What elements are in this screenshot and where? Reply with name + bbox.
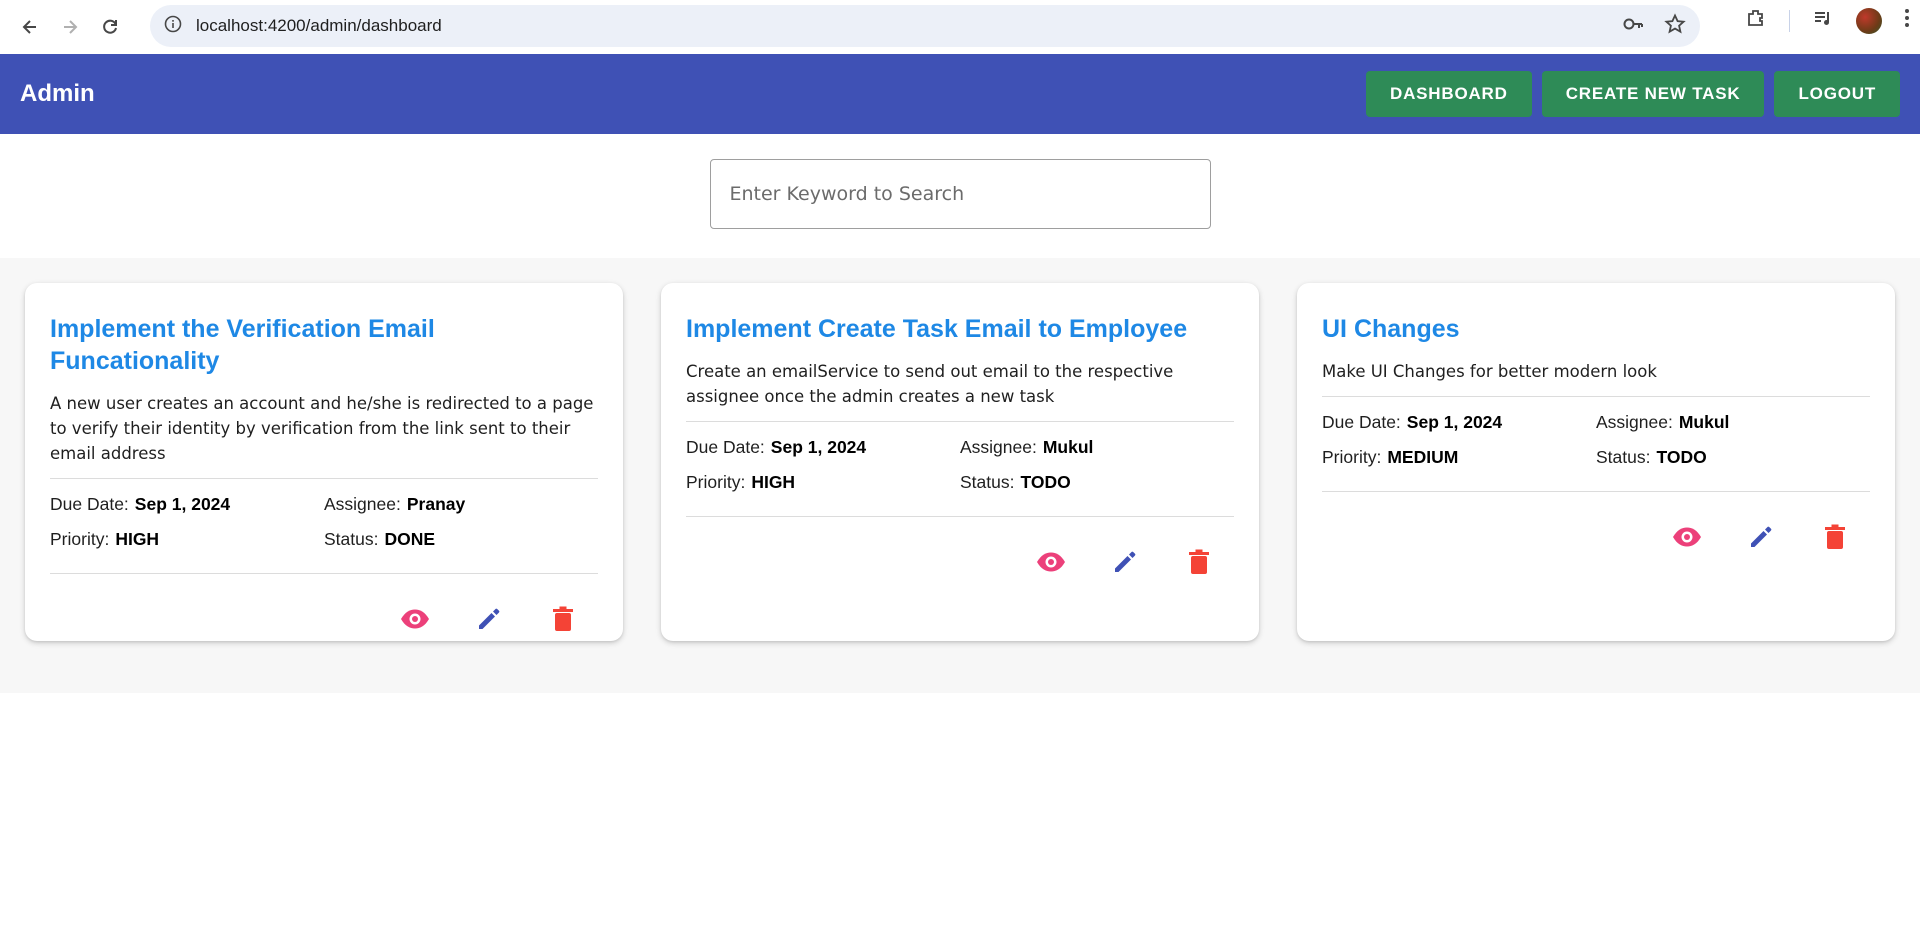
task-description: Create an emailService to send out email… xyxy=(686,362,1174,406)
due-date-label: Due Date: xyxy=(686,437,765,457)
view-icon[interactable] xyxy=(400,604,430,634)
task-card: Implement Create Task Email to Employee … xyxy=(661,283,1259,641)
status: Status: TODO xyxy=(960,470,1234,495)
assignee: Assignee: Pranay xyxy=(324,492,598,517)
priority-label: Priority: xyxy=(1322,447,1382,467)
card-divider xyxy=(686,516,1234,517)
delete-icon[interactable] xyxy=(548,604,578,634)
priority-label: Priority: xyxy=(50,529,110,549)
priority-value: HIGH xyxy=(115,529,160,549)
reload-icon[interactable] xyxy=(90,7,130,47)
forward-icon[interactable] xyxy=(50,7,90,47)
task-actions xyxy=(1322,522,1870,552)
assignee-label: Assignee: xyxy=(324,494,401,514)
task-description: A new user creates an account and he/she… xyxy=(50,394,594,463)
due-date: Due Date: Sep 1, 2024 xyxy=(50,492,324,517)
task-title: Implement Create Task Email to Employee xyxy=(686,315,1188,343)
due-date-label: Due Date: xyxy=(50,494,129,514)
task-card: Implement the Verification Email Funcati… xyxy=(25,283,623,641)
toolbar-divider xyxy=(1789,9,1790,32)
status-label: Status: xyxy=(960,472,1015,492)
card-divider xyxy=(1322,396,1870,397)
assignee-value: Mukul xyxy=(1042,437,1094,457)
edit-icon[interactable] xyxy=(1746,522,1776,552)
url-text: localhost:4200/admin/dashboard xyxy=(196,16,442,35)
assignee-label: Assignee: xyxy=(1596,412,1673,432)
priority: Priority: HIGH xyxy=(686,470,960,495)
priority-value: MEDIUM xyxy=(1387,447,1459,467)
task-title: UI Changes xyxy=(1322,315,1460,343)
task-meta: Due Date: Sep 1, 2024 Assignee: Mukul Prio… xyxy=(1322,410,1870,470)
header-actions: DASHBOARD CREATE NEW TASK LOGOUT xyxy=(1366,71,1900,117)
priority: Priority: MEDIUM xyxy=(1322,445,1596,470)
priority-value: HIGH xyxy=(751,472,796,492)
task-meta: Due Date: Sep 1, 2024 Assignee: Mukul Prio… xyxy=(686,435,1234,495)
view-icon[interactable] xyxy=(1672,522,1702,552)
search-input[interactable] xyxy=(709,159,1211,229)
card-divider xyxy=(50,478,598,479)
assignee: Assignee: Mukul xyxy=(960,435,1234,460)
assignee-label: Assignee: xyxy=(960,437,1037,457)
card-divider xyxy=(50,573,598,574)
task-meta: Due Date: Sep 1, 2024 Assignee: Pranay Pri… xyxy=(50,492,598,552)
card-divider xyxy=(686,421,1234,422)
menu-icon[interactable] xyxy=(1904,7,1910,34)
back-icon[interactable] xyxy=(10,7,50,47)
delete-icon[interactable] xyxy=(1184,547,1214,577)
brand-title: Admin xyxy=(20,80,95,107)
media-icon[interactable] xyxy=(1812,7,1834,34)
key-icon[interactable] xyxy=(1622,13,1644,40)
status-label: Status: xyxy=(1596,447,1651,467)
extensions-icon[interactable] xyxy=(1745,7,1767,34)
assignee: Assignee: Mukul xyxy=(1596,410,1870,435)
logout-button[interactable]: LOGOUT xyxy=(1774,71,1900,117)
priority-label: Priority: xyxy=(686,472,746,492)
task-actions xyxy=(50,604,598,634)
assignee-value: Pranay xyxy=(406,494,466,514)
priority: Priority: HIGH xyxy=(50,527,324,552)
view-icon[interactable] xyxy=(1036,547,1066,577)
status: Status: DONE xyxy=(324,527,598,552)
dashboard-button[interactable]: DASHBOARD xyxy=(1366,71,1532,117)
app-header: Admin DASHBOARD CREATE NEW TASK LOGOUT xyxy=(0,54,1920,134)
due-date-value: Sep 1, 2024 xyxy=(1406,412,1503,432)
due-date-value: Sep 1, 2024 xyxy=(770,437,867,457)
profile-avatar[interactable] xyxy=(1856,7,1882,34)
edit-icon[interactable] xyxy=(474,604,504,634)
task-list: Implement the Verification Email Funcati… xyxy=(0,258,1920,693)
due-date: Due Date: Sep 1, 2024 xyxy=(1322,410,1596,435)
task-actions xyxy=(686,547,1234,577)
task-description: Make UI Changes for better modern look xyxy=(1322,362,1657,381)
task-card: UI Changes Make UI Changes for better mo… xyxy=(1297,283,1895,641)
delete-icon[interactable] xyxy=(1820,522,1850,552)
star-icon[interactable] xyxy=(1664,12,1686,40)
assignee-value: Mukul xyxy=(1678,412,1730,432)
due-date-value: Sep 1, 2024 xyxy=(134,494,231,514)
status-value: TODO xyxy=(1656,447,1707,467)
browser-toolbar: localhost:4200/admin/dashboard xyxy=(0,0,1920,54)
due-date: Due Date: Sep 1, 2024 xyxy=(686,435,960,460)
task-title: Implement the Verification Email Funcati… xyxy=(50,315,435,375)
search-section xyxy=(0,134,1920,258)
status-value: TODO xyxy=(1020,472,1071,492)
create-new-task-button[interactable]: CREATE NEW TASK xyxy=(1541,71,1765,117)
due-date-label: Due Date: xyxy=(1322,412,1401,432)
status-value: DONE xyxy=(384,529,436,549)
address-bar[interactable]: localhost:4200/admin/dashboard xyxy=(150,5,1700,47)
card-divider xyxy=(1322,491,1870,492)
edit-icon[interactable] xyxy=(1110,547,1140,577)
status: Status: TODO xyxy=(1596,445,1870,470)
status-label: Status: xyxy=(324,529,379,549)
site-info-icon[interactable] xyxy=(164,15,182,38)
